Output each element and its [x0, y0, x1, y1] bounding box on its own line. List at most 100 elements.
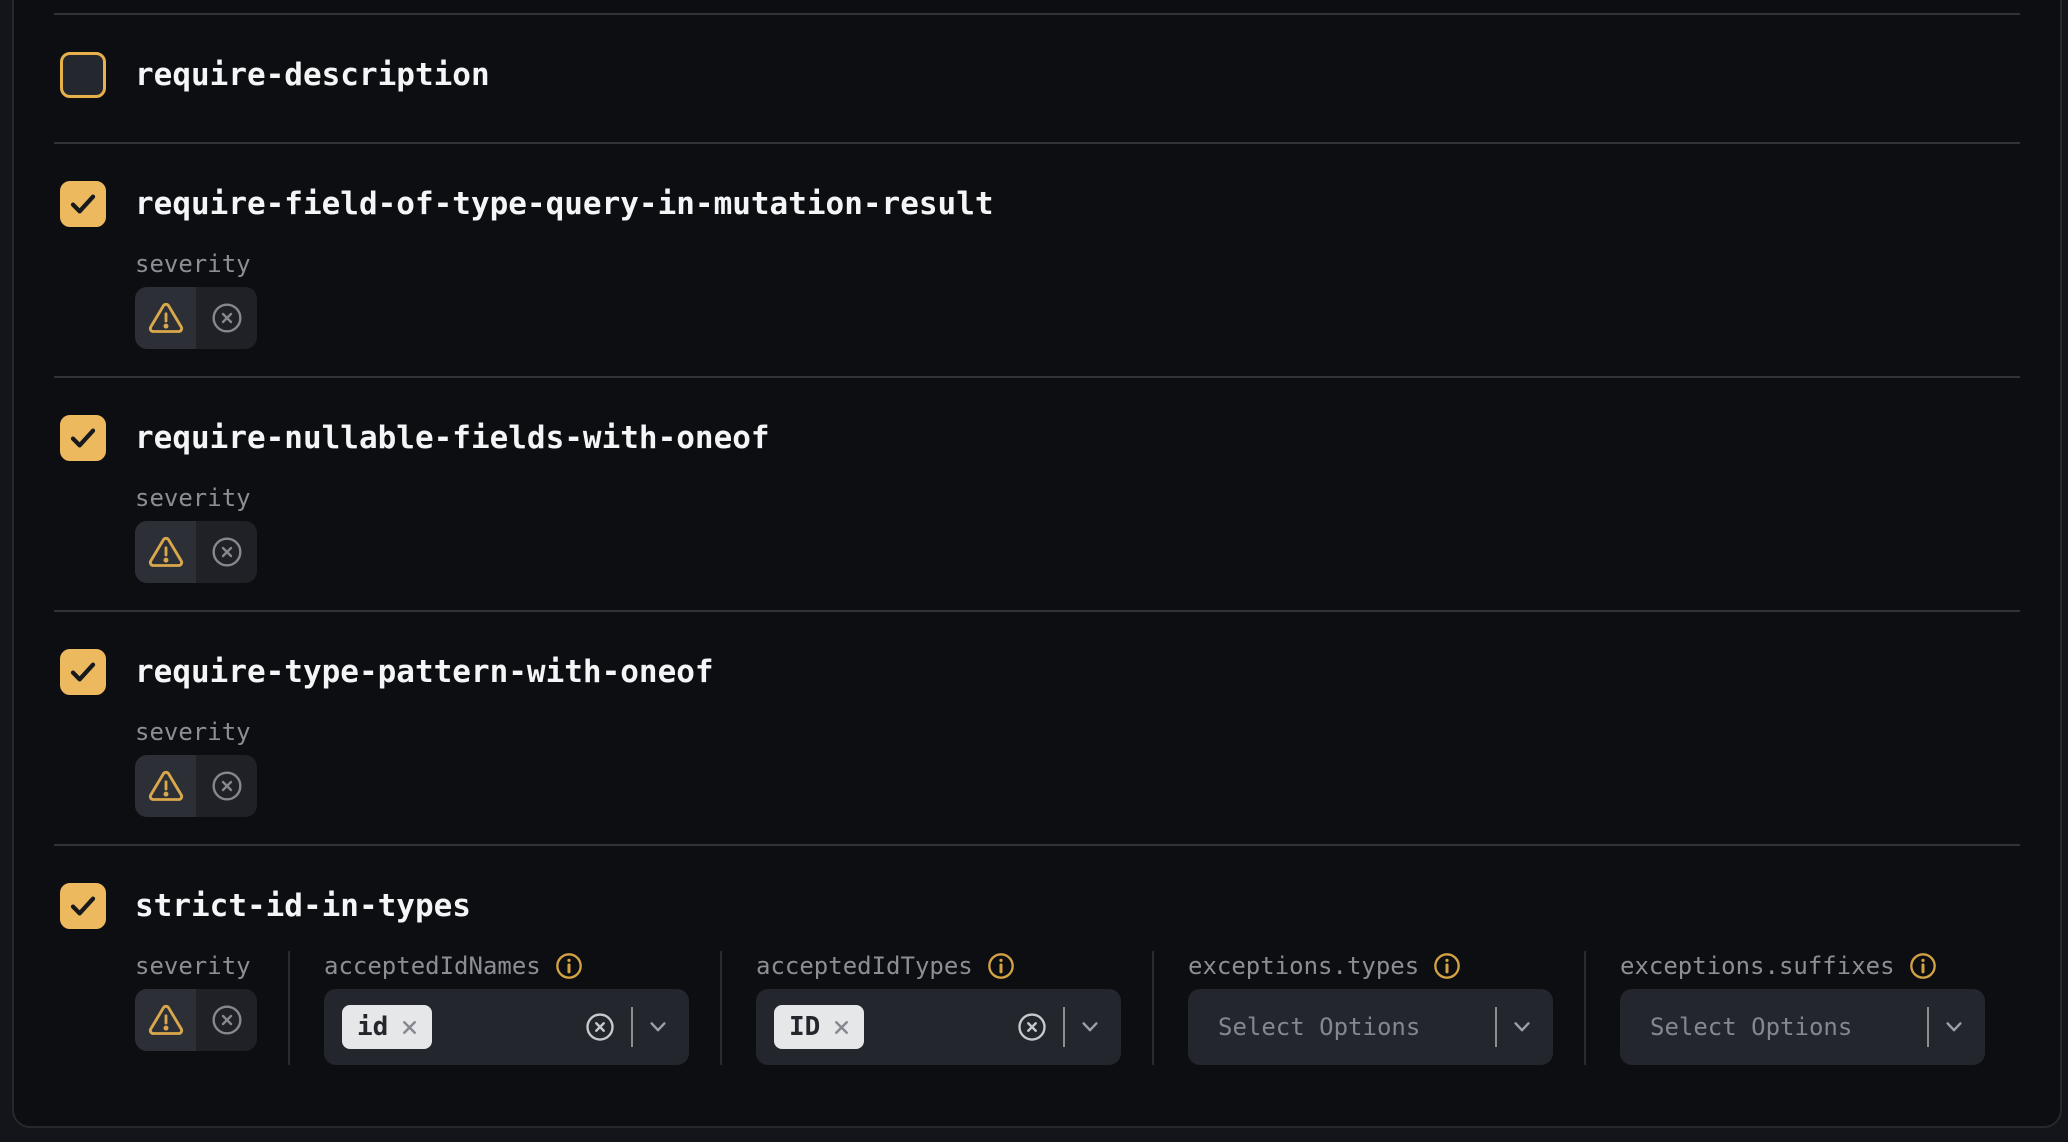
multiselect-acceptedIdTypes[interactable]: ID	[756, 989, 1121, 1065]
selected-tag: id	[342, 1005, 432, 1049]
option-label: severity	[135, 718, 251, 746]
rule-header: strict-id-in-types	[54, 883, 2020, 929]
rule-title: require-type-pattern-with-oneof	[135, 649, 714, 695]
info-icon	[1909, 952, 1937, 980]
rule-checkbox[interactable]	[60, 883, 106, 929]
option-group-severity: severity	[135, 951, 288, 1051]
option-label-row: severity	[135, 249, 257, 279]
option-group-exceptions.types: exceptions.types Select Options	[1152, 951, 1584, 1065]
rule-header: require-description	[54, 52, 2020, 98]
select-placeholder: Select Options	[1218, 1013, 1479, 1041]
chevron-down-icon	[1943, 1020, 1965, 1034]
x-circle-icon	[1017, 1012, 1047, 1042]
rule-checkbox[interactable]	[60, 415, 106, 461]
option-label: severity	[135, 250, 251, 278]
warning-triangle-icon	[147, 1002, 185, 1038]
rule-options: severity acceptedIdNames id acceptedIdTypes…	[54, 951, 2020, 1065]
severity-off-button[interactable]	[196, 521, 257, 583]
option-label: acceptedIdTypes	[756, 952, 973, 980]
x-circle-icon	[211, 302, 243, 334]
option-label: severity	[135, 484, 251, 512]
check-icon	[67, 188, 99, 220]
chevron-down-icon[interactable]	[1943, 1020, 1965, 1034]
clear-selection-icon[interactable]	[1017, 1012, 1047, 1042]
info-icon	[1433, 952, 1461, 980]
info-icon[interactable]	[987, 952, 1015, 980]
option-label-row: acceptedIdNames	[324, 951, 689, 981]
select-separator	[1063, 1007, 1065, 1047]
rule-header: require-type-pattern-with-oneof	[54, 649, 2020, 695]
multiselect-acceptedIdNames[interactable]: id	[324, 989, 689, 1065]
option-label: exceptions.suffixes	[1620, 952, 1895, 980]
rule-row: require-nullable-fields-with-oneof severi…	[54, 376, 2020, 610]
info-icon	[555, 952, 583, 980]
select-exceptions.suffixes[interactable]: Select Options	[1620, 989, 1985, 1065]
rules-list: require-description require-field-of-type…	[54, 0, 2020, 1128]
tag-remove-icon[interactable]	[399, 1017, 420, 1038]
rule-title: require-nullable-fields-with-oneof	[135, 415, 770, 461]
chevron-down-icon	[647, 1020, 669, 1034]
rule-checkbox[interactable]	[60, 649, 106, 695]
tag-remove-icon[interactable]	[831, 1017, 852, 1038]
rule-checkbox[interactable]	[60, 181, 106, 227]
severity-off-button[interactable]	[196, 755, 257, 817]
rule-header: require-nullable-fields-with-oneof	[54, 415, 2020, 461]
rule-title: require-field-of-type-query-in-mutation-…	[135, 181, 994, 227]
option-label: severity	[135, 952, 251, 980]
info-icon[interactable]	[1433, 952, 1461, 980]
info-icon	[987, 952, 1015, 980]
select-exceptions.types[interactable]: Select Options	[1188, 989, 1553, 1065]
rule-title: strict-id-in-types	[135, 883, 471, 929]
severity-warn-button[interactable]	[135, 989, 196, 1051]
option-label-row: severity	[135, 483, 257, 513]
x-circle-icon	[211, 1004, 243, 1036]
severity-off-button[interactable]	[196, 287, 257, 349]
warning-triangle-icon	[147, 768, 185, 804]
warning-triangle-icon	[147, 300, 185, 336]
severity-toggle	[135, 287, 257, 349]
warning-triangle-icon	[147, 534, 185, 570]
chevron-down-icon[interactable]	[647, 1020, 669, 1034]
x-circle-icon	[585, 1012, 615, 1042]
severity-warn-button[interactable]	[135, 521, 196, 583]
rule-row: require-type-pattern-with-oneof severity	[54, 610, 2020, 844]
select-placeholder: Select Options	[1650, 1013, 1911, 1041]
check-icon	[67, 890, 99, 922]
select-separator	[631, 1007, 633, 1047]
rule-options: severity	[54, 249, 2020, 349]
chevron-down-icon[interactable]	[1079, 1020, 1101, 1034]
select-separator	[1927, 1007, 1929, 1047]
rules-panel: require-description require-field-of-type…	[12, 0, 2062, 1128]
info-icon[interactable]	[555, 952, 583, 980]
selected-tag: ID	[774, 1005, 864, 1049]
severity-off-button[interactable]	[196, 989, 257, 1051]
check-icon	[67, 656, 99, 688]
option-group-acceptedIdNames: acceptedIdNames id	[288, 951, 720, 1065]
rule-row: strict-id-in-types severity acceptedIdName…	[54, 844, 2020, 1128]
info-icon[interactable]	[1909, 952, 1937, 980]
rule-row: require-description	[54, 13, 2020, 142]
x-circle-icon	[211, 536, 243, 568]
tag-label: ID	[789, 1012, 820, 1042]
rule-checkbox[interactable]	[60, 52, 106, 98]
rule-options: severity	[54, 717, 2020, 817]
severity-warn-button[interactable]	[135, 287, 196, 349]
severity-toggle	[135, 521, 257, 583]
tag-label: id	[357, 1012, 388, 1042]
option-group-severity: severity	[135, 249, 288, 349]
option-label: exceptions.types	[1188, 952, 1419, 980]
x-icon	[831, 1017, 852, 1038]
option-label-row: acceptedIdTypes	[756, 951, 1121, 981]
rule-header: require-field-of-type-query-in-mutation-…	[54, 181, 2020, 227]
option-group-acceptedIdTypes: acceptedIdTypes ID	[720, 951, 1152, 1065]
rule-row: require-field-of-type-query-in-mutation-…	[54, 142, 2020, 376]
severity-warn-button[interactable]	[135, 755, 196, 817]
check-icon	[67, 422, 99, 454]
clear-selection-icon[interactable]	[585, 1012, 615, 1042]
chevron-down-icon[interactable]	[1511, 1020, 1533, 1034]
option-label-row: exceptions.suffixes	[1620, 951, 1985, 981]
option-label: acceptedIdNames	[324, 952, 541, 980]
severity-toggle	[135, 989, 257, 1051]
rule-options: severity	[54, 483, 2020, 583]
option-label-row: severity	[135, 951, 257, 981]
